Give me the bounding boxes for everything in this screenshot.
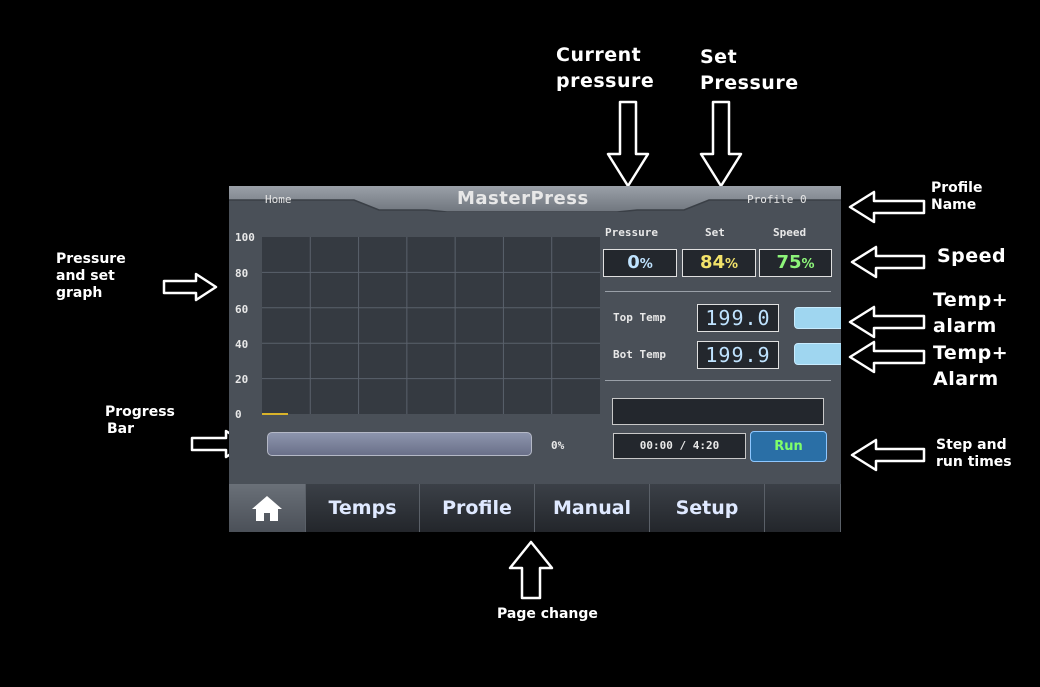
tab-bar: Temps Profile Manual Setup — [229, 484, 841, 532]
home-icon — [252, 496, 282, 521]
annotation-graph: Pressure and set graph — [56, 251, 126, 302]
speed-header: Speed — [773, 226, 807, 239]
run-time-display: 00:00 / 4:20 — [613, 433, 746, 459]
run-button[interactable]: Run — [750, 431, 827, 462]
annotation-line: Alarm — [933, 368, 999, 390]
y-tick-label: 40 — [235, 338, 249, 351]
annotation-line: Name — [931, 197, 977, 213]
annotation-temp-alarm-2: Temp+ Alarm — [933, 340, 1008, 392]
left-arrow-icon — [850, 438, 926, 472]
left-arrow-icon — [850, 245, 926, 279]
annotation-line: Progress — [105, 404, 175, 420]
pressure-graph — [262, 237, 600, 414]
left-arrow-icon — [848, 340, 926, 374]
annotation-line: Temp+ — [933, 289, 1009, 311]
pressure-unit: % — [639, 257, 653, 272]
step-display — [612, 398, 824, 425]
speed-number: 75 — [776, 252, 802, 273]
annotation-speed: Speed — [937, 245, 1007, 267]
annotation-line: and set — [56, 268, 115, 284]
annotation-page-change: Page change — [497, 606, 598, 622]
top-temp-value: 199.0 — [697, 304, 779, 332]
set-number: 84 — [699, 252, 726, 273]
tab-manual[interactable]: Manual — [535, 484, 650, 532]
annotation-line: Pressure — [56, 251, 126, 267]
annotation-line: Current — [556, 44, 642, 66]
graph-trace — [262, 413, 288, 415]
up-arrow-icon — [508, 540, 554, 600]
down-arrow-icon — [606, 100, 650, 188]
annotation-step-run: Step and run times — [936, 437, 1012, 471]
y-tick-label: 80 — [235, 267, 249, 280]
hmi-screen: Home MasterPress Profile 0 100 80 60 40 … — [229, 186, 841, 532]
tab-empty[interactable] — [765, 484, 841, 532]
annotation-line: pressure — [556, 70, 655, 92]
tab-temps[interactable]: Temps — [306, 484, 420, 532]
current-pressure-value: 0% — [603, 249, 677, 277]
annotation-progress-bar: Progress Bar — [105, 404, 175, 438]
divider — [605, 291, 831, 292]
bot-temp-alarm-button[interactable] — [794, 343, 841, 365]
pressure-number: 0 — [627, 252, 640, 273]
down-arrow-icon — [699, 100, 743, 188]
profile-name: Profile 0 — [747, 193, 807, 206]
left-arrow-icon — [848, 305, 926, 339]
annotation-line: Bar — [107, 421, 135, 437]
set-unit: % — [725, 257, 739, 272]
y-tick-label: 100 — [235, 231, 255, 244]
speed-unit: % — [801, 257, 815, 272]
annotation-line: run times — [936, 454, 1012, 470]
y-tick-label: 0 — [235, 408, 242, 421]
top-temp-alarm-button[interactable] — [794, 307, 841, 329]
app-title: MasterPress — [457, 188, 589, 209]
tab-setup[interactable]: Setup — [650, 484, 765, 532]
speed-value: 75% — [759, 249, 832, 277]
annotation-line: Set — [700, 46, 738, 68]
set-header: Set — [705, 226, 725, 239]
pressure-header: Pressure — [605, 226, 658, 239]
annotation-line: Profile — [931, 180, 983, 196]
tab-profile[interactable]: Profile — [420, 484, 535, 532]
tab-home[interactable] — [229, 484, 306, 532]
right-arrow-icon — [162, 272, 218, 302]
home-label: Home — [265, 193, 292, 206]
annotation-set-pressure: Set Pressure — [700, 44, 799, 96]
annotation-profile-name: Profile Name — [931, 180, 982, 214]
left-arrow-icon — [848, 190, 926, 224]
y-tick-label: 20 — [235, 373, 249, 386]
annotation-line: Pressure — [700, 72, 799, 94]
y-tick-label: 60 — [235, 303, 249, 316]
annotation-line: Temp+ — [933, 342, 1009, 364]
set-pressure-value: 84% — [682, 249, 756, 277]
top-temp-label: Top Temp — [613, 311, 666, 324]
annotation-line: graph — [56, 285, 103, 301]
annotation-current-pressure: Current pressure — [556, 42, 654, 94]
bot-temp-value: 199.9 — [697, 341, 779, 369]
annotation-line: Step and — [936, 437, 1007, 453]
progress-percent: 0% — [551, 439, 565, 452]
divider — [605, 380, 831, 381]
annotation-temp-alarm-1: Temp+ alarm — [933, 287, 1008, 339]
bot-temp-label: Bot Temp — [613, 348, 666, 361]
progress-bar — [267, 432, 532, 456]
annotation-line: alarm — [933, 315, 997, 337]
